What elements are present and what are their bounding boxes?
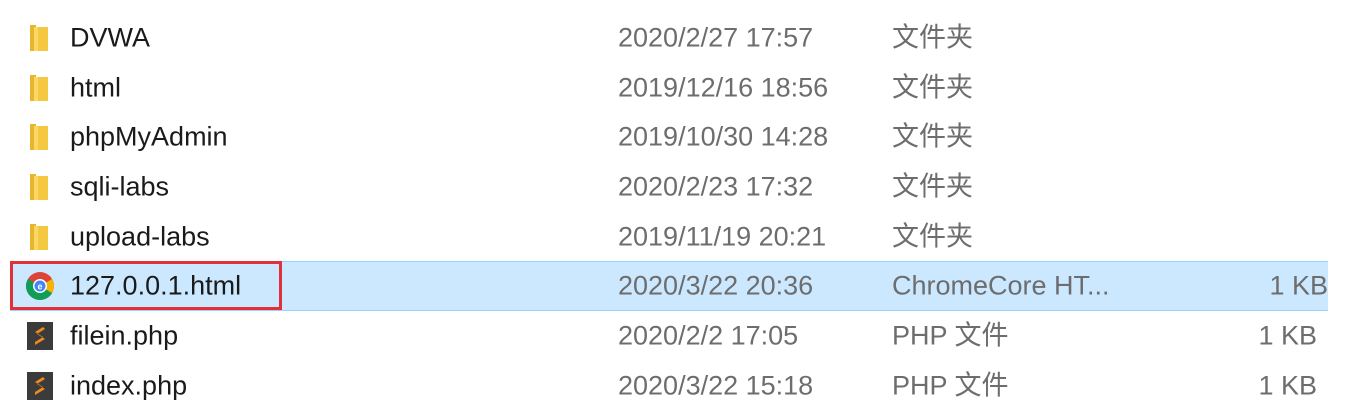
file-name: upload-labs [70,221,210,252]
file-type: 文件夹 [892,22,973,53]
folder-icon [30,24,48,51]
file-row-html[interactable]: html 2019/12/16 18:56 文件夹 [0,63,1345,113]
file-name: phpMyAdmin [70,121,228,152]
file-type: 文件夹 [892,72,973,103]
file-size: 1 KB [1258,320,1317,351]
file-date: 2020/3/22 15:18 [618,370,814,401]
file-type: ChromeCore HT... [892,270,1110,301]
php-file-icon [27,321,53,350]
file-row-filein-php[interactable]: filein.php 2020/2/2 17:05 PHP 文件 1 KB [0,311,1345,361]
folder-icon [30,74,48,101]
php-file-icon [27,371,53,400]
file-name: DVWA [70,22,150,53]
file-row-sqli-labs[interactable]: sqli-labs 2020/2/23 17:32 文件夹 [0,162,1345,212]
file-name: 127.0.0.1.html [70,270,242,301]
file-date: 2019/12/16 18:56 [618,72,829,103]
file-type: 文件夹 [892,221,973,252]
file-date: 2020/2/23 17:32 [618,171,814,202]
folder-icon [30,223,48,250]
file-list: DVWA 2020/2/27 17:57 文件夹 html 2019/12/16… [0,13,1345,411]
file-type: PHP 文件 [892,370,1009,401]
file-name: html [70,72,122,103]
file-date: 2020/2/27 17:57 [618,22,814,53]
file-name: filein.php [70,320,179,351]
file-row-phpmyadmin[interactable]: phpMyAdmin 2019/10/30 14:28 文件夹 [0,112,1345,162]
file-date: 2019/10/30 14:28 [618,121,829,152]
file-size: 1 KB [1258,370,1317,401]
file-type: 文件夹 [892,171,973,202]
file-date: 2019/11/19 20:21 [618,221,827,252]
file-type: PHP 文件 [892,320,1009,351]
file-date: 2020/2/2 17:05 [618,320,799,351]
file-row-dvwa[interactable]: DVWA 2020/2/27 17:57 文件夹 [0,13,1345,63]
file-row-index-php[interactable]: index.php 2020/3/22 15:18 PHP 文件 1 KB [0,361,1345,411]
folder-icon [30,173,48,200]
file-date: 2020/3/22 20:36 [618,270,814,301]
folder-icon [30,124,48,151]
file-name: sqli-labs [70,171,170,202]
file-size: 1 KB [1269,270,1328,301]
file-row-upload-labs[interactable]: upload-labs 2019/11/19 20:21 文件夹 [0,212,1345,262]
file-type: 文件夹 [892,121,973,152]
svg-text:e: e [37,282,42,292]
file-row-127-0-0-1-html[interactable]: e 127.0.0.1.html 2020/3/22 20:36 ChromeC… [10,261,1328,312]
chrome-html-icon: e [26,272,54,301]
file-name: index.php [70,370,188,401]
